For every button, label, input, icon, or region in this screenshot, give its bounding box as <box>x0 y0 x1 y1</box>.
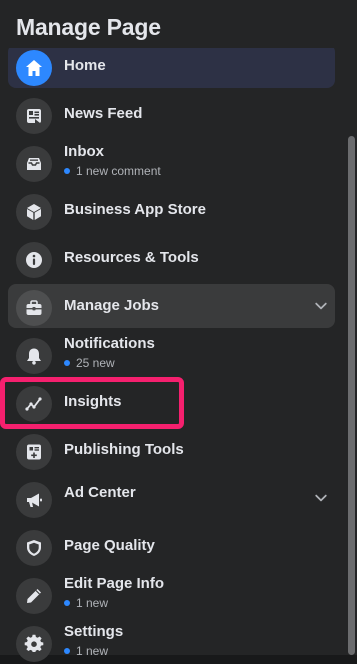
inbox-icon <box>16 146 52 182</box>
unread-dot <box>64 600 70 606</box>
gear-icon <box>16 626 52 662</box>
menu-item-label: Publishing Tools <box>64 441 184 458</box>
cube-icon <box>16 194 52 230</box>
menu-item-label: Resources & Tools <box>64 249 199 266</box>
scrollbar-thumb[interactable] <box>348 136 355 655</box>
chevron-down-icon[interactable] <box>311 488 331 508</box>
menu-item-label: Inbox <box>64 143 104 160</box>
menu-item-publishing-tools[interactable]: Publishing Tools <box>8 428 335 472</box>
menu-item-label: Insights <box>64 393 122 410</box>
menu-item-label: Notifications <box>64 335 155 352</box>
unread-dot <box>64 648 70 654</box>
menu-item-news-feed[interactable]: News Feed <box>8 92 335 136</box>
menu-item-label: Manage Jobs <box>64 297 160 314</box>
pencil-icon <box>16 578 52 614</box>
info-icon <box>16 242 52 278</box>
notification-count: 1 new comment <box>64 164 161 178</box>
menu-item-page-quality[interactable]: Page Quality <box>8 524 335 568</box>
insights-chart-icon <box>16 386 52 422</box>
menu-item-notifications[interactable]: Notifications 25 new <box>8 332 335 376</box>
publishing-tools-icon <box>16 434 52 470</box>
manage-page-panel: Home News Feed Inbox 1 new comment Busin… <box>0 0 357 662</box>
menu-item-label: Ad Center <box>64 484 136 501</box>
chevron-down-icon[interactable] <box>311 296 331 316</box>
notification-text: 1 new <box>76 596 109 610</box>
notification-count: 25 new <box>64 356 115 370</box>
menu-item-label: Edit Page Info <box>64 575 165 592</box>
notification-count: 1 new <box>64 596 108 610</box>
briefcase-icon <box>16 290 52 326</box>
megaphone-icon <box>16 482 52 518</box>
menu-item-ad-center[interactable]: Ad Center <box>8 476 335 520</box>
notification-text: 25 new <box>76 356 115 370</box>
unread-dot <box>64 360 70 366</box>
menu-item-edit-page-info[interactable]: Edit Page Info 1 new <box>8 572 335 616</box>
manage-page-menu: Home News Feed Inbox 1 new comment Busin… <box>0 0 357 662</box>
menu-item-inbox[interactable]: Inbox 1 new comment <box>8 140 335 184</box>
notification-text: 1 new <box>76 644 109 658</box>
menu-item-resources-tools[interactable]: Resources & Tools <box>8 236 335 280</box>
menu-item-label: Page Quality <box>64 537 155 554</box>
notification-text: 1 new comment <box>76 164 161 178</box>
menu-item-label: Home <box>64 57 106 74</box>
notification-count: 1 new <box>64 644 108 658</box>
menu-item-business-app-store[interactable]: Business App Store <box>8 188 335 232</box>
unread-dot <box>64 168 70 174</box>
shield-icon <box>16 530 52 566</box>
news-feed-icon <box>16 98 52 134</box>
menu-item-label: Business App Store <box>64 201 206 218</box>
menu-item-settings[interactable]: Settings 1 new <box>8 620 335 664</box>
menu-item-manage-jobs[interactable]: Manage Jobs <box>8 284 335 328</box>
menu-item-label: News Feed <box>64 105 143 122</box>
menu-item-home[interactable]: Home <box>8 44 335 88</box>
menu-item-label: Settings <box>64 623 124 640</box>
page-title: Manage Page <box>16 14 161 40</box>
home-icon <box>16 50 52 86</box>
bell-icon <box>16 338 52 374</box>
menu-item-insights[interactable]: Insights <box>8 380 335 424</box>
